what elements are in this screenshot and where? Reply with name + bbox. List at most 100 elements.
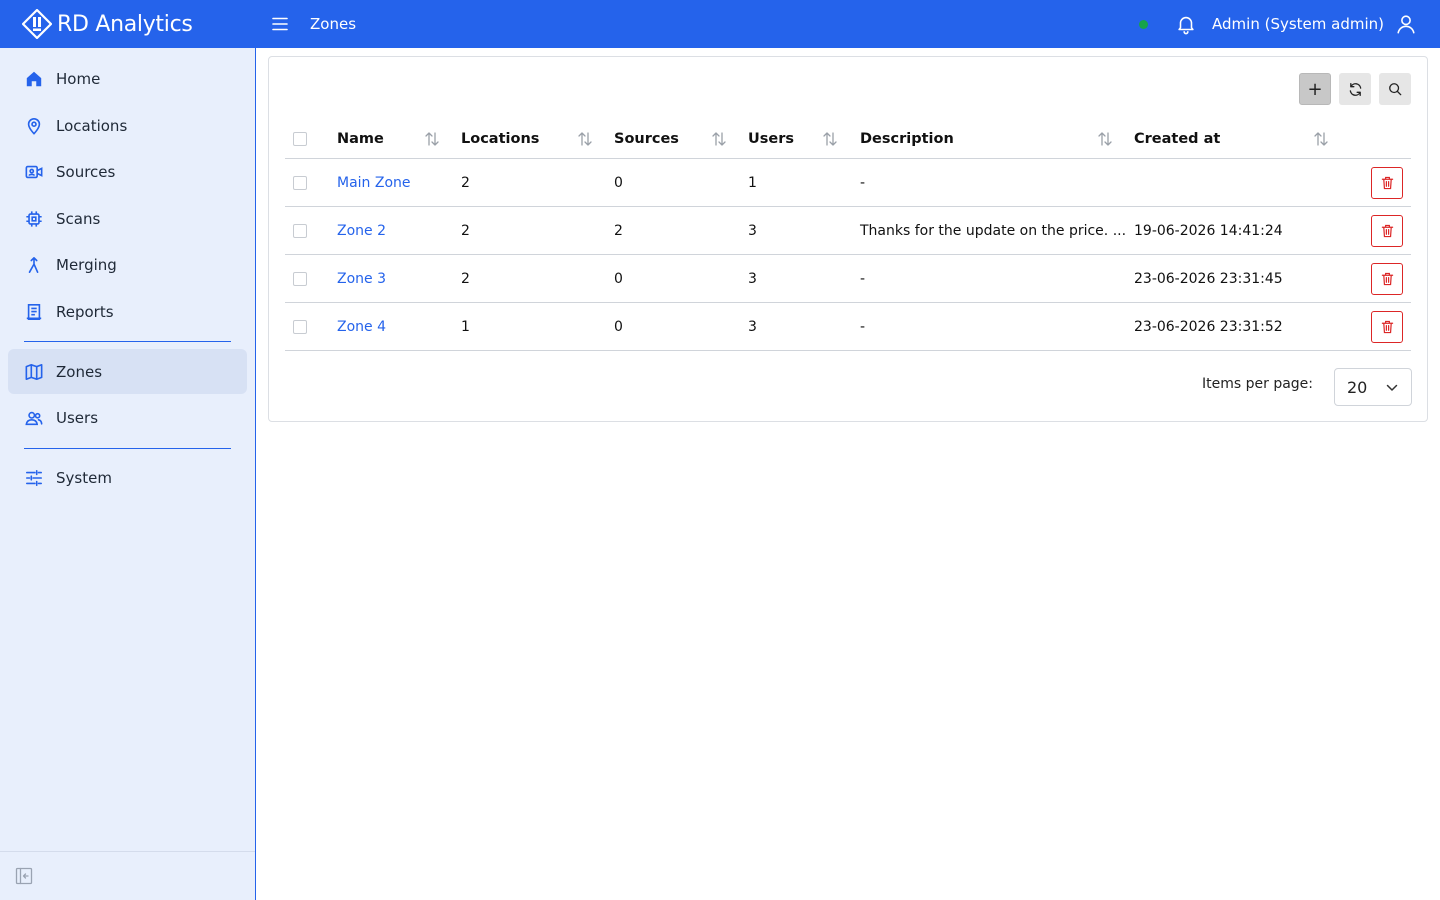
sidebar-item-label: System [56, 468, 112, 487]
description: - [860, 270, 866, 287]
row-checkbox[interactable] [293, 319, 307, 334]
table-row: Zone 4 1 0 3 - 23-06-2026 23:31:52 [285, 303, 1411, 351]
top-bar: RD Analytics Zones Admin (System admin) [0, 0, 1440, 48]
sidebar: Home Locations Sources Scans Merging Rep… [0, 48, 256, 900]
sidebar-item-merging[interactable]: Merging [8, 242, 247, 287]
zone-name-link[interactable]: Zone 4 [337, 303, 386, 350]
created-at: 23-06-2026 23:31:52 [1134, 318, 1283, 335]
items-per-page-value: 20 [1347, 377, 1368, 397]
search-icon [1388, 82, 1402, 96]
chevron-down-icon [1385, 381, 1399, 395]
sort-icon[interactable] [1097, 130, 1113, 148]
users-count: 3 [748, 270, 757, 287]
column-header-sources[interactable]: Sources [614, 119, 679, 158]
page-title: Zones [310, 15, 357, 33]
table-row: Main Zone 2 0 1 - [285, 159, 1411, 207]
created-at: 19-06-2026 14:41:24 [1134, 222, 1283, 239]
home-icon [24, 69, 44, 89]
sidebar-item-label: Zones [56, 362, 103, 381]
sidebar-item-label: Scans [56, 209, 101, 228]
sidebar-item-users[interactable]: Users [8, 395, 247, 440]
refresh-button[interactable] [1339, 73, 1371, 105]
map-icon [24, 362, 44, 382]
delete-button[interactable] [1371, 167, 1403, 199]
camera-icon [24, 162, 44, 182]
status-indicator [1139, 19, 1149, 29]
map-pin-icon [24, 116, 44, 136]
description: Thanks for the update on the price. ... [860, 222, 1127, 239]
users-count: 3 [748, 318, 757, 335]
sidebar-item-label: Sources [56, 162, 116, 181]
description: - [860, 174, 866, 191]
sort-icon[interactable] [1313, 130, 1329, 148]
trash-icon [1381, 224, 1394, 238]
select-all-checkbox[interactable] [293, 131, 307, 146]
table-header: Name Locations Sources Users Description… [285, 119, 1411, 159]
sidebar-divider [24, 448, 231, 449]
sources-count: 0 [614, 174, 623, 191]
users-icon [24, 408, 44, 428]
items-per-page-label: Items per page: [1202, 376, 1314, 392]
sources-count: 2 [614, 222, 623, 239]
brand[interactable]: RD Analytics [0, 9, 256, 39]
locations-count: 1 [461, 318, 470, 335]
sidebar-item-home[interactable]: Home [8, 56, 247, 101]
merge-icon [24, 255, 44, 275]
users-count: 1 [748, 174, 757, 191]
sort-icon[interactable] [822, 130, 838, 148]
sidebar-divider [24, 341, 231, 342]
zone-name-link[interactable]: Zone 2 [337, 207, 386, 254]
sidebar-item-label: Merging [56, 255, 117, 274]
user-name[interactable]: Admin (System admin) [1212, 15, 1384, 33]
zone-name-link[interactable]: Main Zone [337, 159, 411, 206]
table-row: Zone 3 2 0 3 - 23-06-2026 23:31:45 [285, 255, 1411, 303]
users-count: 3 [748, 222, 757, 239]
sidebar-footer [0, 851, 255, 900]
plus-icon: + [1307, 78, 1323, 100]
column-header-locations[interactable]: Locations [461, 119, 539, 158]
sources-count: 0 [614, 270, 623, 287]
bell-icon[interactable] [1174, 12, 1198, 36]
column-header-users[interactable]: Users [748, 119, 794, 158]
delete-button[interactable] [1371, 215, 1403, 247]
column-header-description[interactable]: Description [860, 119, 954, 158]
search-button[interactable] [1379, 73, 1411, 105]
locations-count: 2 [461, 222, 470, 239]
delete-button[interactable] [1371, 263, 1403, 295]
sidebar-item-locations[interactable]: Locations [8, 103, 247, 148]
description: - [860, 318, 866, 335]
row-checkbox[interactable] [293, 271, 307, 286]
zones-table: Name Locations Sources Users Description… [285, 119, 1411, 351]
sort-icon[interactable] [577, 130, 593, 148]
sliders-icon [24, 468, 44, 488]
sidebar-item-zones[interactable]: Zones [8, 349, 247, 394]
items-per-page-select[interactable]: 20 [1334, 368, 1412, 406]
row-checkbox[interactable] [293, 175, 307, 190]
sidebar-item-reports[interactable]: Reports [8, 289, 247, 334]
trash-icon [1381, 320, 1394, 334]
locations-count: 2 [461, 174, 470, 191]
menu-icon[interactable] [266, 10, 294, 38]
zone-name-link[interactable]: Zone 3 [337, 255, 386, 302]
row-checkbox[interactable] [293, 223, 307, 238]
locations-count: 2 [461, 270, 470, 287]
sort-icon[interactable] [424, 130, 440, 148]
column-header-name[interactable]: Name [337, 119, 384, 158]
zones-card: + Name Locations Sources Users Descripti… [268, 56, 1428, 422]
user-icon[interactable] [1394, 12, 1418, 36]
add-zone-button[interactable]: + [1299, 73, 1331, 105]
collapse-sidebar-icon[interactable] [15, 867, 33, 885]
chip-icon [24, 209, 44, 229]
created-at: 23-06-2026 23:31:45 [1134, 270, 1283, 287]
sidebar-item-label: Users [56, 408, 99, 427]
refresh-icon [1348, 82, 1363, 97]
sidebar-item-system[interactable]: System [8, 455, 247, 500]
column-header-created-at[interactable]: Created at [1134, 119, 1220, 158]
delete-button[interactable] [1371, 311, 1403, 343]
sidebar-item-label: Reports [56, 302, 114, 321]
sort-icon[interactable] [711, 130, 727, 148]
sidebar-item-sources[interactable]: Sources [8, 149, 247, 194]
sidebar-item-label: Home [56, 69, 101, 88]
sidebar-item-scans[interactable]: Scans [8, 196, 247, 241]
sidebar-item-label: Locations [56, 116, 128, 135]
